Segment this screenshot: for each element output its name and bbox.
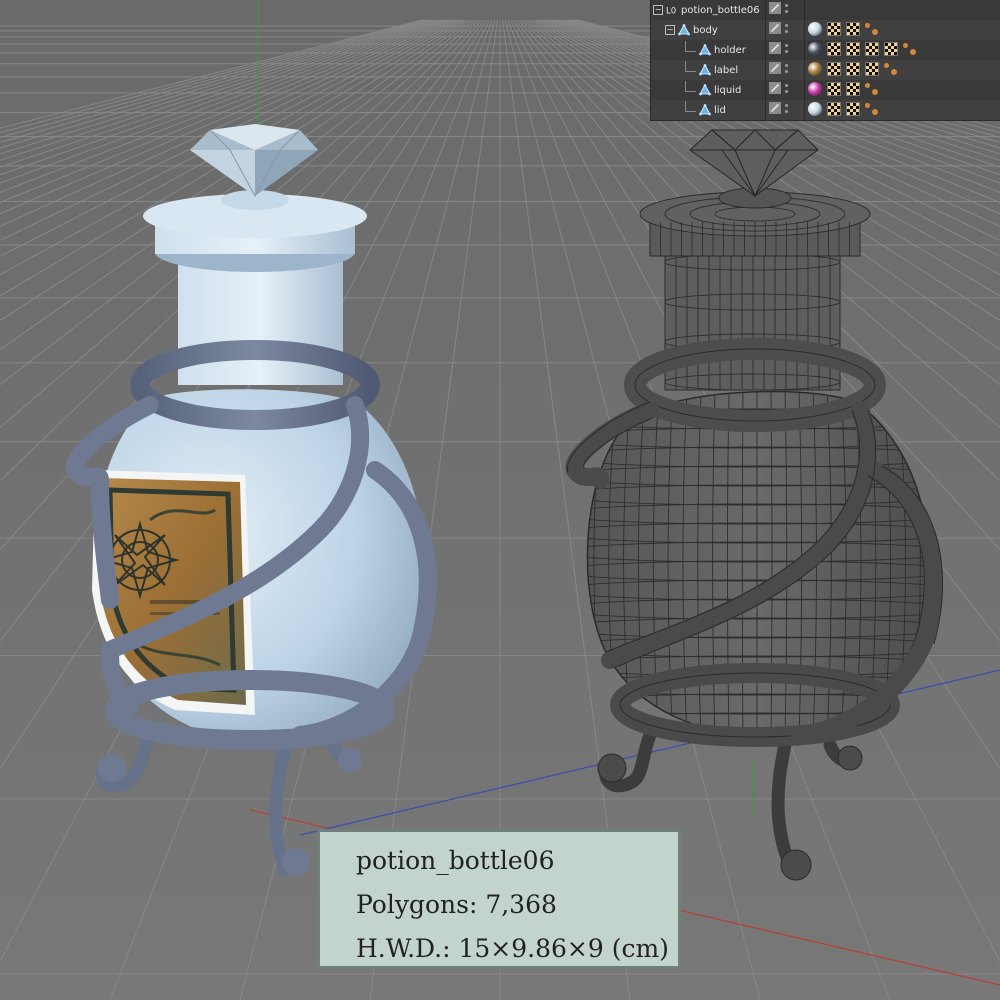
phong-tag-icon[interactable]	[903, 43, 917, 55]
dimensions-text: H.W.D.: 15×9.86×9 (cm)	[356, 934, 669, 963]
material-tag-icon[interactable]	[808, 102, 822, 116]
uvw-tag-icon[interactable]	[827, 62, 841, 76]
visibility-dots-icon[interactable]	[784, 2, 788, 14]
om-tree-cell: − L0 potion_bottle06	[653, 0, 760, 20]
om-tree-cell: label	[685, 60, 738, 80]
om-tags-cell	[808, 82, 879, 96]
material-tag-icon[interactable]	[808, 42, 822, 56]
layer-edit-icon[interactable]	[769, 42, 781, 54]
object-name-label[interactable]: potion_bottle06	[681, 5, 760, 16]
polygon-object-icon	[699, 104, 711, 116]
om-flags-cell	[769, 102, 788, 114]
uvw-tag-icon[interactable]	[865, 62, 879, 76]
collapse-toggle-icon[interactable]: −	[665, 25, 675, 35]
om-tree-cell: liquid	[685, 80, 741, 100]
om-tags-cell	[808, 22, 879, 36]
shaded-leg-ball	[98, 754, 126, 782]
wire-bottle-neck	[664, 254, 841, 391]
phong-tag-icon[interactable]	[865, 23, 879, 35]
layer-edit-icon[interactable]	[769, 22, 781, 34]
phong-tag-icon[interactable]	[884, 63, 898, 75]
visibility-dots-icon[interactable]	[784, 62, 788, 74]
uvw-tag-icon[interactable]	[827, 102, 841, 116]
om-tags-cell	[808, 102, 879, 116]
layer-edit-icon[interactable]	[769, 2, 781, 14]
object-name-label[interactable]: label	[714, 65, 738, 76]
visibility-dots-icon[interactable]	[784, 42, 788, 54]
material-tag-icon[interactable]	[808, 62, 822, 76]
polygon-object-icon	[699, 44, 711, 56]
om-flags-cell	[769, 62, 788, 74]
object-name-label[interactable]: holder	[714, 45, 746, 56]
model-name-text: potion_bottle06	[356, 846, 555, 875]
om-row-holder[interactable]: holder	[651, 40, 1000, 60]
om-tags-cell	[808, 42, 917, 56]
om-column-separator	[804, 0, 805, 120]
tree-connector-icon	[685, 40, 696, 52]
uvw-tag-icon[interactable]	[884, 42, 898, 56]
visibility-dots-icon[interactable]	[784, 82, 788, 94]
material-tag-icon[interactable]	[808, 82, 822, 96]
om-row-body[interactable]: − body	[651, 20, 1000, 40]
om-flags-cell	[769, 2, 788, 14]
om-row-potion-bottle06[interactable]: − L0 potion_bottle06	[651, 0, 1000, 20]
polygon-object-icon	[699, 84, 711, 96]
object-name-label[interactable]: lid	[714, 105, 726, 116]
phong-tag-icon[interactable]	[865, 83, 879, 95]
visibility-dots-icon[interactable]	[784, 22, 788, 34]
polygon-object-icon	[699, 64, 711, 76]
uvw-tag-icon[interactable]	[846, 102, 860, 116]
om-tree-cell: − body	[665, 20, 718, 40]
wire-leg-ball	[837, 745, 863, 771]
model-info-card: potion_bottle06 Polygons: 7,368 H.W.D.: …	[317, 829, 681, 969]
uvw-tag-icon[interactable]	[865, 42, 879, 56]
tree-connector-icon	[685, 80, 696, 92]
layer-edit-icon[interactable]	[769, 82, 781, 94]
om-tree-cell: holder	[685, 40, 746, 60]
om-row-liquid[interactable]: liquid	[651, 80, 1000, 100]
om-row-lid[interactable]: lid	[651, 100, 1000, 120]
svg-text:L0: L0	[666, 6, 676, 16]
wire-leg-ball	[597, 753, 627, 783]
uvw-tag-icon[interactable]	[846, 22, 860, 36]
om-row-label[interactable]: label	[651, 60, 1000, 80]
material-tag-icon[interactable]	[808, 22, 822, 36]
wire-leg-ball	[780, 849, 812, 881]
visibility-dots-icon[interactable]	[784, 102, 788, 114]
layer-edit-icon[interactable]	[769, 102, 781, 114]
phong-tag-icon[interactable]	[865, 103, 879, 115]
om-flags-cell	[769, 82, 788, 94]
uvw-tag-icon[interactable]	[846, 62, 860, 76]
om-column-separator	[765, 0, 766, 120]
3d-viewport[interactable]: lid liquid label holder − body − L0 potion_bottl…	[0, 0, 1000, 1000]
collapse-toggle-icon[interactable]: −	[653, 5, 663, 15]
tree-connector-icon	[685, 100, 696, 112]
om-tags-cell	[808, 62, 898, 76]
polygon-object-icon	[678, 24, 690, 36]
uvw-tag-icon[interactable]	[827, 42, 841, 56]
polygon-count-text: Polygons: 7,368	[356, 890, 557, 919]
layer-edit-icon[interactable]	[769, 62, 781, 74]
uvw-tag-icon[interactable]	[827, 22, 841, 36]
object-name-label[interactable]: body	[693, 25, 718, 36]
null-object-icon: L0	[666, 4, 678, 16]
object-manager-panel[interactable]: lid liquid label holder − body − L0 potion_bottl…	[650, 0, 1000, 121]
shaded-leg-ball	[282, 848, 310, 876]
om-tree-cell: lid	[685, 100, 726, 120]
om-flags-cell	[769, 42, 788, 54]
shaded-leg-ball	[338, 748, 362, 772]
object-name-label[interactable]: liquid	[714, 85, 741, 96]
uvw-tag-icon[interactable]	[846, 42, 860, 56]
om-flags-cell	[769, 22, 788, 34]
tree-connector-icon	[685, 60, 696, 72]
uvw-tag-icon[interactable]	[827, 82, 841, 96]
uvw-tag-icon[interactable]	[846, 82, 860, 96]
